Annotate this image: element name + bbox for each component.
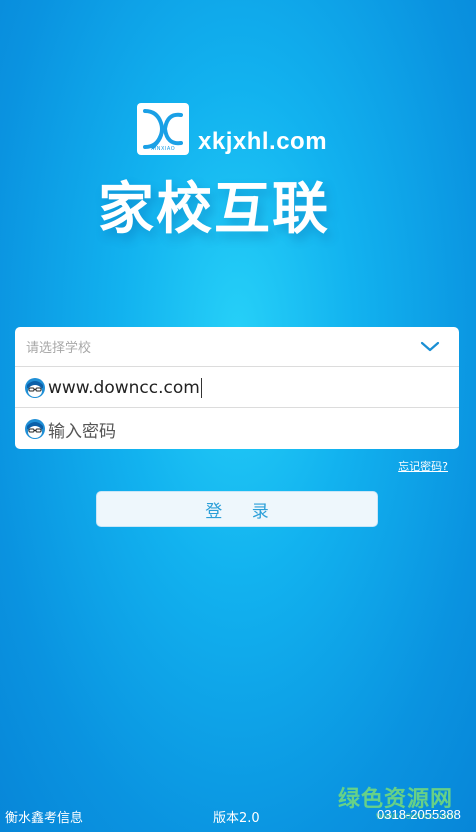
chevron-down-icon[interactable] (419, 340, 441, 354)
footer-phone: 0318-2055388 (377, 807, 461, 822)
footer-version: 版本2.0 (213, 811, 260, 826)
password-placeholder: 输入密码 (48, 421, 116, 442)
text-caret (200, 377, 202, 398)
username-field[interactable]: www.downcc.com (15, 368, 459, 408)
user-avatar-icon (25, 377, 45, 398)
logo-icon: XINXIAO (137, 103, 189, 155)
app-title: 家校互联 (98, 177, 330, 242)
logo-area: XINXIAO xkjxhl.com 家校互联 (0, 0, 476, 300)
school-select-placeholder: 请选择学校 (26, 341, 92, 356)
login-form: 请选择学校 www.downcc.com 输入密码 (15, 327, 459, 449)
password-avatar-icon (25, 419, 45, 439)
logo-caption: XINXIAO (150, 146, 176, 152)
domain-text: xkjxhl.com (198, 128, 328, 155)
password-field[interactable]: 输入密码 (15, 409, 459, 449)
footer-company: 衡水鑫考信息 (5, 811, 84, 826)
school-select[interactable]: 请选择学校 (15, 327, 459, 367)
username-value: www.downcc.com (48, 377, 200, 398)
login-button[interactable]: 登 录 (96, 491, 378, 527)
forgot-password-link[interactable]: 忘记密码? (398, 458, 448, 474)
